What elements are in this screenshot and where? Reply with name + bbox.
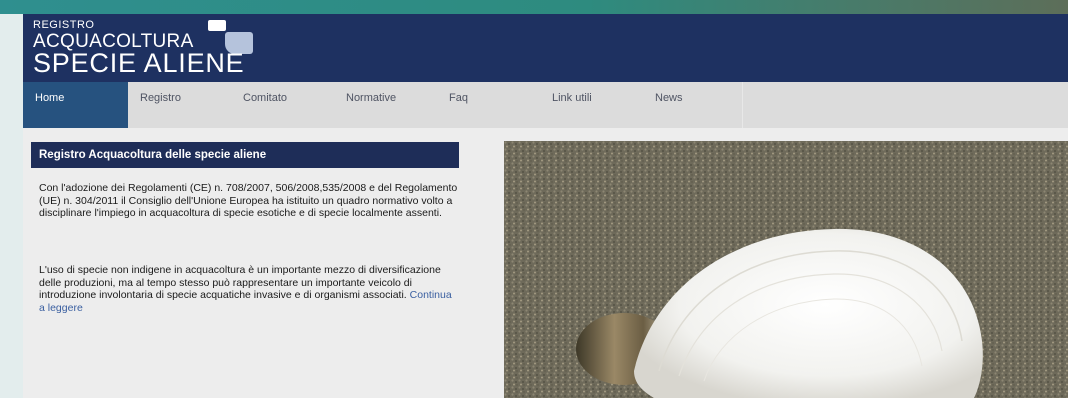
top-accent-bar <box>0 0 1068 14</box>
intro-paragraph: Con l'adozione dei Regolamenti (CE) n. 7… <box>39 182 458 219</box>
logo-line-registro: REGISTRO <box>33 19 95 31</box>
logo-mark-small <box>208 20 226 31</box>
nav-item-registro[interactable]: Registro <box>128 82 231 128</box>
clam-shell-image <box>504 141 1068 398</box>
nav-item-faq[interactable]: Faq <box>437 82 540 128</box>
nav-item-link-utili[interactable]: Link utili <box>540 82 643 128</box>
nav-item-normative[interactable]: Normative <box>334 82 437 128</box>
second-paragraph-text: L'uso di specie non indigene in acquacol… <box>39 264 441 301</box>
site-logo[interactable]: REGISTRO ACQUACOLTURA SPECIE ALIENE <box>33 19 278 79</box>
nav-item-news[interactable]: News <box>643 82 743 128</box>
logo-line-specie-aliene: SPECIE ALIENE <box>33 48 245 78</box>
nav-item-home[interactable]: Home <box>23 82 128 128</box>
clam-shell-photo <box>504 141 1068 398</box>
site-container: REGISTRO ACQUACOLTURA SPECIE ALIENE Home… <box>23 14 1068 398</box>
nav-item-comitato[interactable]: Comitato <box>231 82 334 128</box>
second-paragraph: L'uso di specie non indigene in acquacol… <box>39 264 459 314</box>
main-navigation: Home Registro Comitato Normative Faq Lin… <box>23 82 1068 128</box>
site-header: REGISTRO ACQUACOLTURA SPECIE ALIENE <box>23 14 1068 82</box>
content-heading: Registro Acquacoltura delle specie alien… <box>31 142 459 168</box>
